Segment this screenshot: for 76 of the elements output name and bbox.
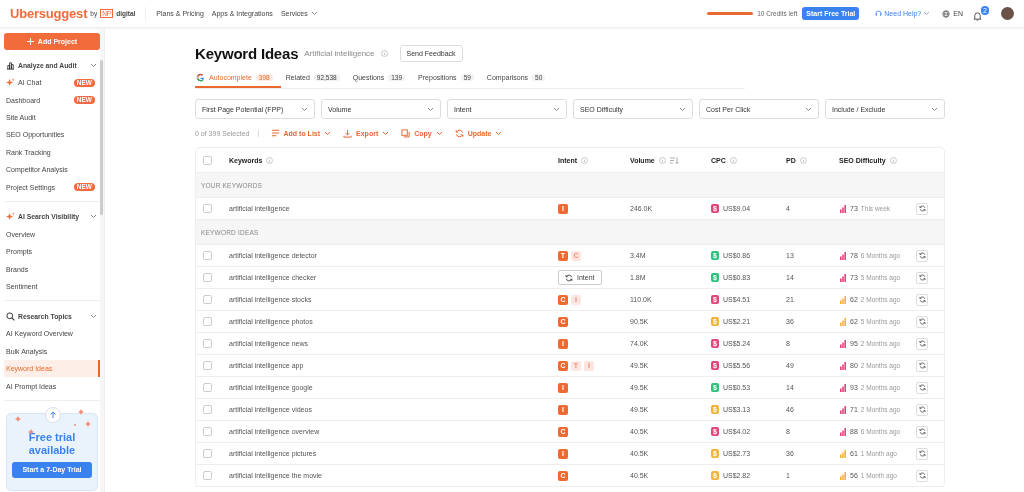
info-icon (658, 156, 666, 164)
refresh-button[interactable] (916, 447, 928, 460)
refresh-icon (918, 450, 926, 457)
row-checkbox[interactable] (203, 449, 212, 458)
refresh-icon (918, 318, 926, 325)
refresh-icon (454, 128, 464, 138)
refresh-button[interactable] (916, 381, 928, 394)
logo-text: Ubersuggest (10, 6, 88, 21)
refresh-button[interactable] (916, 271, 928, 284)
google-icon (196, 72, 205, 82)
bar-chart-icon (6, 60, 15, 70)
row-checkbox[interactable] (203, 295, 212, 304)
refresh-icon (918, 252, 926, 259)
page-title: Keyword Ideas (195, 44, 299, 62)
scrollbar[interactable] (100, 60, 103, 215)
chevron-down-icon (495, 130, 503, 136)
select-all-checkbox[interactable] (203, 155, 212, 165)
bell-icon (973, 10, 982, 21)
chevron-down-icon (324, 130, 332, 136)
row-checkbox[interactable] (203, 317, 212, 326)
row-checkbox[interactable] (203, 427, 212, 436)
search-term: Artificial intelligence (304, 48, 375, 58)
info-icon (266, 156, 274, 164)
chevron-down-icon (435, 130, 443, 136)
refresh-button[interactable] (916, 293, 928, 306)
trial-title: Free trial available (27, 430, 77, 457)
refresh-icon (918, 340, 926, 347)
chevron-down-icon (923, 11, 931, 16)
chevron-down-icon (427, 106, 434, 112)
refresh-button[interactable] (916, 425, 928, 438)
chevron-down-icon (301, 106, 308, 112)
sort-icon[interactable] (669, 156, 679, 164)
chevron-down-icon (805, 106, 812, 112)
refresh-button[interactable] (916, 403, 928, 416)
chevron-down-icon (382, 130, 390, 136)
refresh-button[interactable] (916, 202, 928, 215)
refresh-icon (918, 296, 926, 303)
plus-icon (26, 38, 34, 45)
chevron-down-icon (553, 106, 560, 112)
info-icon (380, 49, 388, 57)
copy-icon (401, 128, 411, 138)
row-checkbox[interactable] (203, 361, 212, 370)
row-checkbox[interactable] (203, 383, 212, 392)
refresh-icon (565, 273, 573, 282)
download-icon (343, 128, 353, 138)
refresh-icon (918, 384, 926, 391)
refresh-icon (918, 406, 926, 413)
refresh-button[interactable] (916, 249, 928, 262)
info-icon (581, 156, 589, 164)
refresh-icon (918, 428, 926, 435)
row-checkbox[interactable] (203, 204, 212, 213)
row-checkbox[interactable] (203, 405, 212, 414)
chevron-down-icon (931, 106, 938, 112)
refresh-button[interactable] (916, 359, 928, 372)
avatar[interactable] (1001, 7, 1014, 20)
sparkle-icon (6, 212, 15, 222)
search-icon (6, 311, 15, 321)
globe-icon (942, 9, 951, 18)
refresh-button[interactable] (916, 337, 928, 350)
refresh-icon (918, 362, 926, 369)
chevron-down-icon (679, 106, 686, 112)
refresh-button[interactable] (916, 315, 928, 328)
sparkle-icon (6, 78, 15, 88)
headset-icon (875, 10, 883, 17)
refresh-icon (918, 274, 926, 281)
row-checkbox[interactable] (203, 251, 212, 260)
row-checkbox[interactable] (203, 471, 212, 480)
refresh-button[interactable] (916, 469, 928, 482)
refresh-icon (918, 205, 926, 212)
row-checkbox[interactable] (203, 339, 212, 348)
refresh-icon (918, 472, 926, 479)
info-icon (889, 156, 897, 164)
info-icon (729, 156, 737, 164)
row-checkbox[interactable] (203, 273, 212, 282)
list-icon (270, 129, 280, 137)
info-icon (799, 156, 807, 164)
